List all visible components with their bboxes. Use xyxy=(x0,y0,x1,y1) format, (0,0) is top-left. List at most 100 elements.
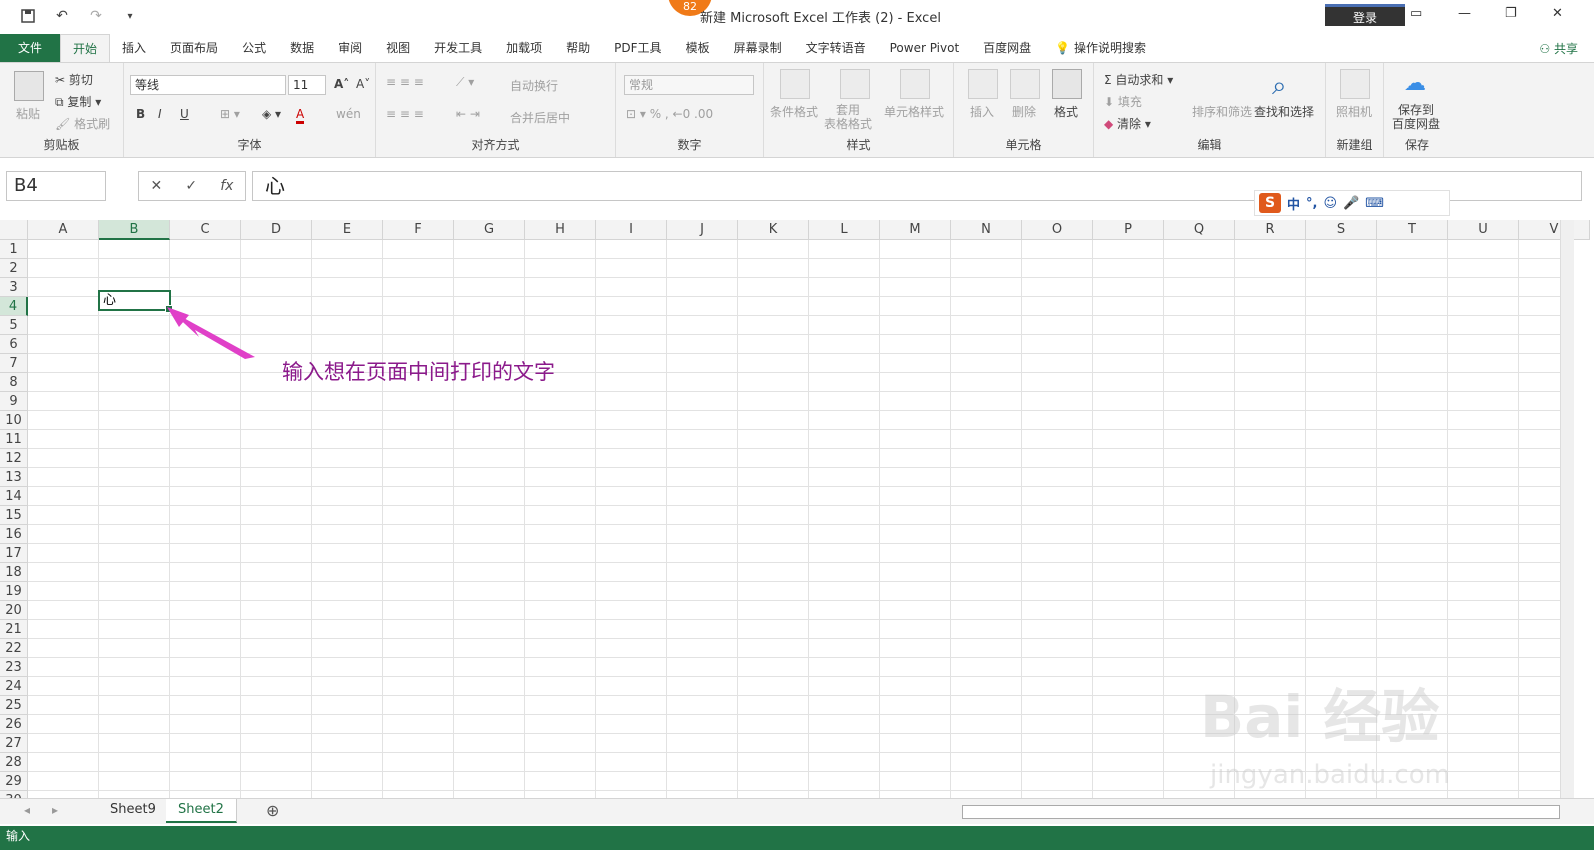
italic-button[interactable]: I xyxy=(158,107,162,121)
sort-filter-button[interactable]: 排序和筛选 xyxy=(1192,103,1252,120)
column-header-g[interactable]: G xyxy=(454,220,525,240)
currency-icon[interactable]: ⊡ ▾ % , ←0 .00 xyxy=(626,107,713,121)
column-header-l[interactable]: L xyxy=(809,220,880,240)
column-header-p[interactable]: P xyxy=(1093,220,1164,240)
name-box[interactable]: B4 xyxy=(6,171,106,201)
paste-icon[interactable] xyxy=(14,71,44,101)
tab-insert[interactable]: 插入 xyxy=(110,34,158,62)
column-header-i[interactable]: I xyxy=(596,220,667,240)
active-cell-b4[interactable]: 心 xyxy=(98,290,173,313)
format-cells-button[interactable]: 格式 xyxy=(1054,103,1078,120)
increase-font-icon[interactable]: A˄ xyxy=(334,77,349,91)
delete-cells-button[interactable]: 删除 xyxy=(1012,103,1036,120)
restore-button[interactable]: ❐ xyxy=(1505,6,1517,21)
vertical-scrollbar[interactable] xyxy=(1560,220,1574,810)
row-header-4[interactable]: 4 xyxy=(0,297,28,316)
sogou-icon[interactable]: S xyxy=(1259,193,1281,213)
column-header-t[interactable]: T xyxy=(1377,220,1448,240)
column-header-v[interactable]: V xyxy=(1519,220,1590,240)
add-sheet-icon[interactable]: ⊕ xyxy=(266,801,279,820)
punctuation-icon[interactable]: °, xyxy=(1306,196,1317,211)
column-header-q[interactable]: Q xyxy=(1164,220,1235,240)
copy-button[interactable]: ⧉ 复制 ▾ xyxy=(55,93,101,110)
insert-cells-button[interactable]: 插入 xyxy=(970,103,994,120)
chinese-mode-icon[interactable]: 中 xyxy=(1287,194,1300,213)
conditional-format-icon[interactable] xyxy=(780,69,810,99)
row-header-28[interactable]: 28 xyxy=(0,753,28,772)
bold-button[interactable]: B xyxy=(136,107,145,121)
horizontal-scrollbar[interactable] xyxy=(962,805,1560,819)
column-header-u[interactable]: U xyxy=(1448,220,1519,240)
row-header-24[interactable]: 24 xyxy=(0,677,28,696)
row-header-29[interactable]: 29 xyxy=(0,772,28,791)
tab-file[interactable]: 文件 xyxy=(0,34,61,62)
format-painter-button[interactable]: 🖌 格式刷 xyxy=(55,115,110,132)
tab-review[interactable]: 审阅 xyxy=(326,34,374,62)
row-header-17[interactable]: 17 xyxy=(0,544,28,563)
select-all-corner[interactable] xyxy=(0,220,28,240)
insert-function-icon[interactable]: fx xyxy=(220,178,233,194)
row-header-22[interactable]: 22 xyxy=(0,639,28,658)
enter-icon[interactable]: ✓ xyxy=(185,178,197,194)
microphone-icon[interactable]: 🎤 xyxy=(1343,196,1359,211)
font-size-combo[interactable]: 11 xyxy=(288,75,326,95)
login-button[interactable]: 登录 xyxy=(1325,4,1405,26)
find-select-button[interactable]: 查找和选择 xyxy=(1254,103,1314,120)
fill-button[interactable]: ⬇ 填充 xyxy=(1104,93,1142,110)
row-header-18[interactable]: 18 xyxy=(0,563,28,582)
format-table-icon[interactable] xyxy=(840,69,870,99)
tab-templates[interactable]: 模板 xyxy=(674,34,722,62)
row-header-20[interactable]: 20 xyxy=(0,601,28,620)
tab-page-layout[interactable]: 页面布局 xyxy=(158,34,230,62)
cancel-icon[interactable]: ✕ xyxy=(151,178,163,194)
save-to-baidu-button[interactable]: 保存到 百度网盘 xyxy=(1392,103,1440,131)
row-header-9[interactable]: 9 xyxy=(0,392,28,411)
conditional-format-button[interactable]: 条件格式 xyxy=(770,103,818,120)
tab-screen-record[interactable]: 屏幕录制 xyxy=(722,34,794,62)
column-header-m[interactable]: M xyxy=(880,220,951,240)
row-header-27[interactable]: 27 xyxy=(0,734,28,753)
camera-icon[interactable] xyxy=(1340,69,1370,99)
undo-icon[interactable]: ↶ xyxy=(52,6,72,26)
row-header-19[interactable]: 19 xyxy=(0,582,28,601)
column-header-r[interactable]: R xyxy=(1235,220,1306,240)
row-header-26[interactable]: 26 xyxy=(0,715,28,734)
wrap-text-button[interactable]: 自动换行 xyxy=(510,77,558,94)
underline-button[interactable]: U xyxy=(180,107,189,121)
row-header-16[interactable]: 16 xyxy=(0,525,28,544)
phonetic-icon[interactable]: wén xyxy=(336,107,361,121)
delete-cells-icon[interactable] xyxy=(1010,69,1040,99)
format-as-table-button[interactable]: 套用 表格格式 xyxy=(824,103,872,131)
row-header-12[interactable]: 12 xyxy=(0,449,28,468)
customize-qat-icon[interactable]: ▾ xyxy=(120,6,140,26)
row-header-1[interactable]: 1 xyxy=(0,240,28,259)
tab-formulas[interactable]: 公式 xyxy=(230,34,278,62)
column-header-f[interactable]: F xyxy=(383,220,454,240)
column-header-d[interactable]: D xyxy=(241,220,312,240)
row-header-13[interactable]: 13 xyxy=(0,468,28,487)
font-color-icon[interactable]: A xyxy=(296,107,305,124)
row-header-15[interactable]: 15 xyxy=(0,506,28,525)
row-header-8[interactable]: 8 xyxy=(0,373,28,392)
column-header-j[interactable]: J xyxy=(667,220,738,240)
number-format-combo[interactable]: 常规 xyxy=(624,75,754,95)
row-header-21[interactable]: 21 xyxy=(0,620,28,639)
keyboard-icon[interactable]: ⌨ xyxy=(1365,196,1384,211)
column-header-b[interactable]: B xyxy=(99,220,170,240)
paste-button[interactable]: 粘贴 xyxy=(16,105,40,122)
tell-me-search[interactable]: 💡 操作说明搜索 xyxy=(1043,34,1158,62)
sheet-tab-sheet9[interactable]: Sheet9 xyxy=(98,799,169,823)
tab-help[interactable]: 帮助 xyxy=(554,34,602,62)
row-header-11[interactable]: 11 xyxy=(0,430,28,449)
column-header-a[interactable]: A xyxy=(28,220,99,240)
column-header-s[interactable]: S xyxy=(1306,220,1377,240)
column-header-n[interactable]: N xyxy=(951,220,1022,240)
column-header-c[interactable]: C xyxy=(170,220,241,240)
column-header-o[interactable]: O xyxy=(1022,220,1093,240)
column-header-e[interactable]: E xyxy=(312,220,383,240)
tab-text-to-speech[interactable]: 文字转语音 xyxy=(794,34,878,62)
row-header-25[interactable]: 25 xyxy=(0,696,28,715)
row-header-10[interactable]: 10 xyxy=(0,411,28,430)
minimize-button[interactable]: — xyxy=(1458,6,1471,21)
format-cells-icon[interactable] xyxy=(1052,69,1082,99)
